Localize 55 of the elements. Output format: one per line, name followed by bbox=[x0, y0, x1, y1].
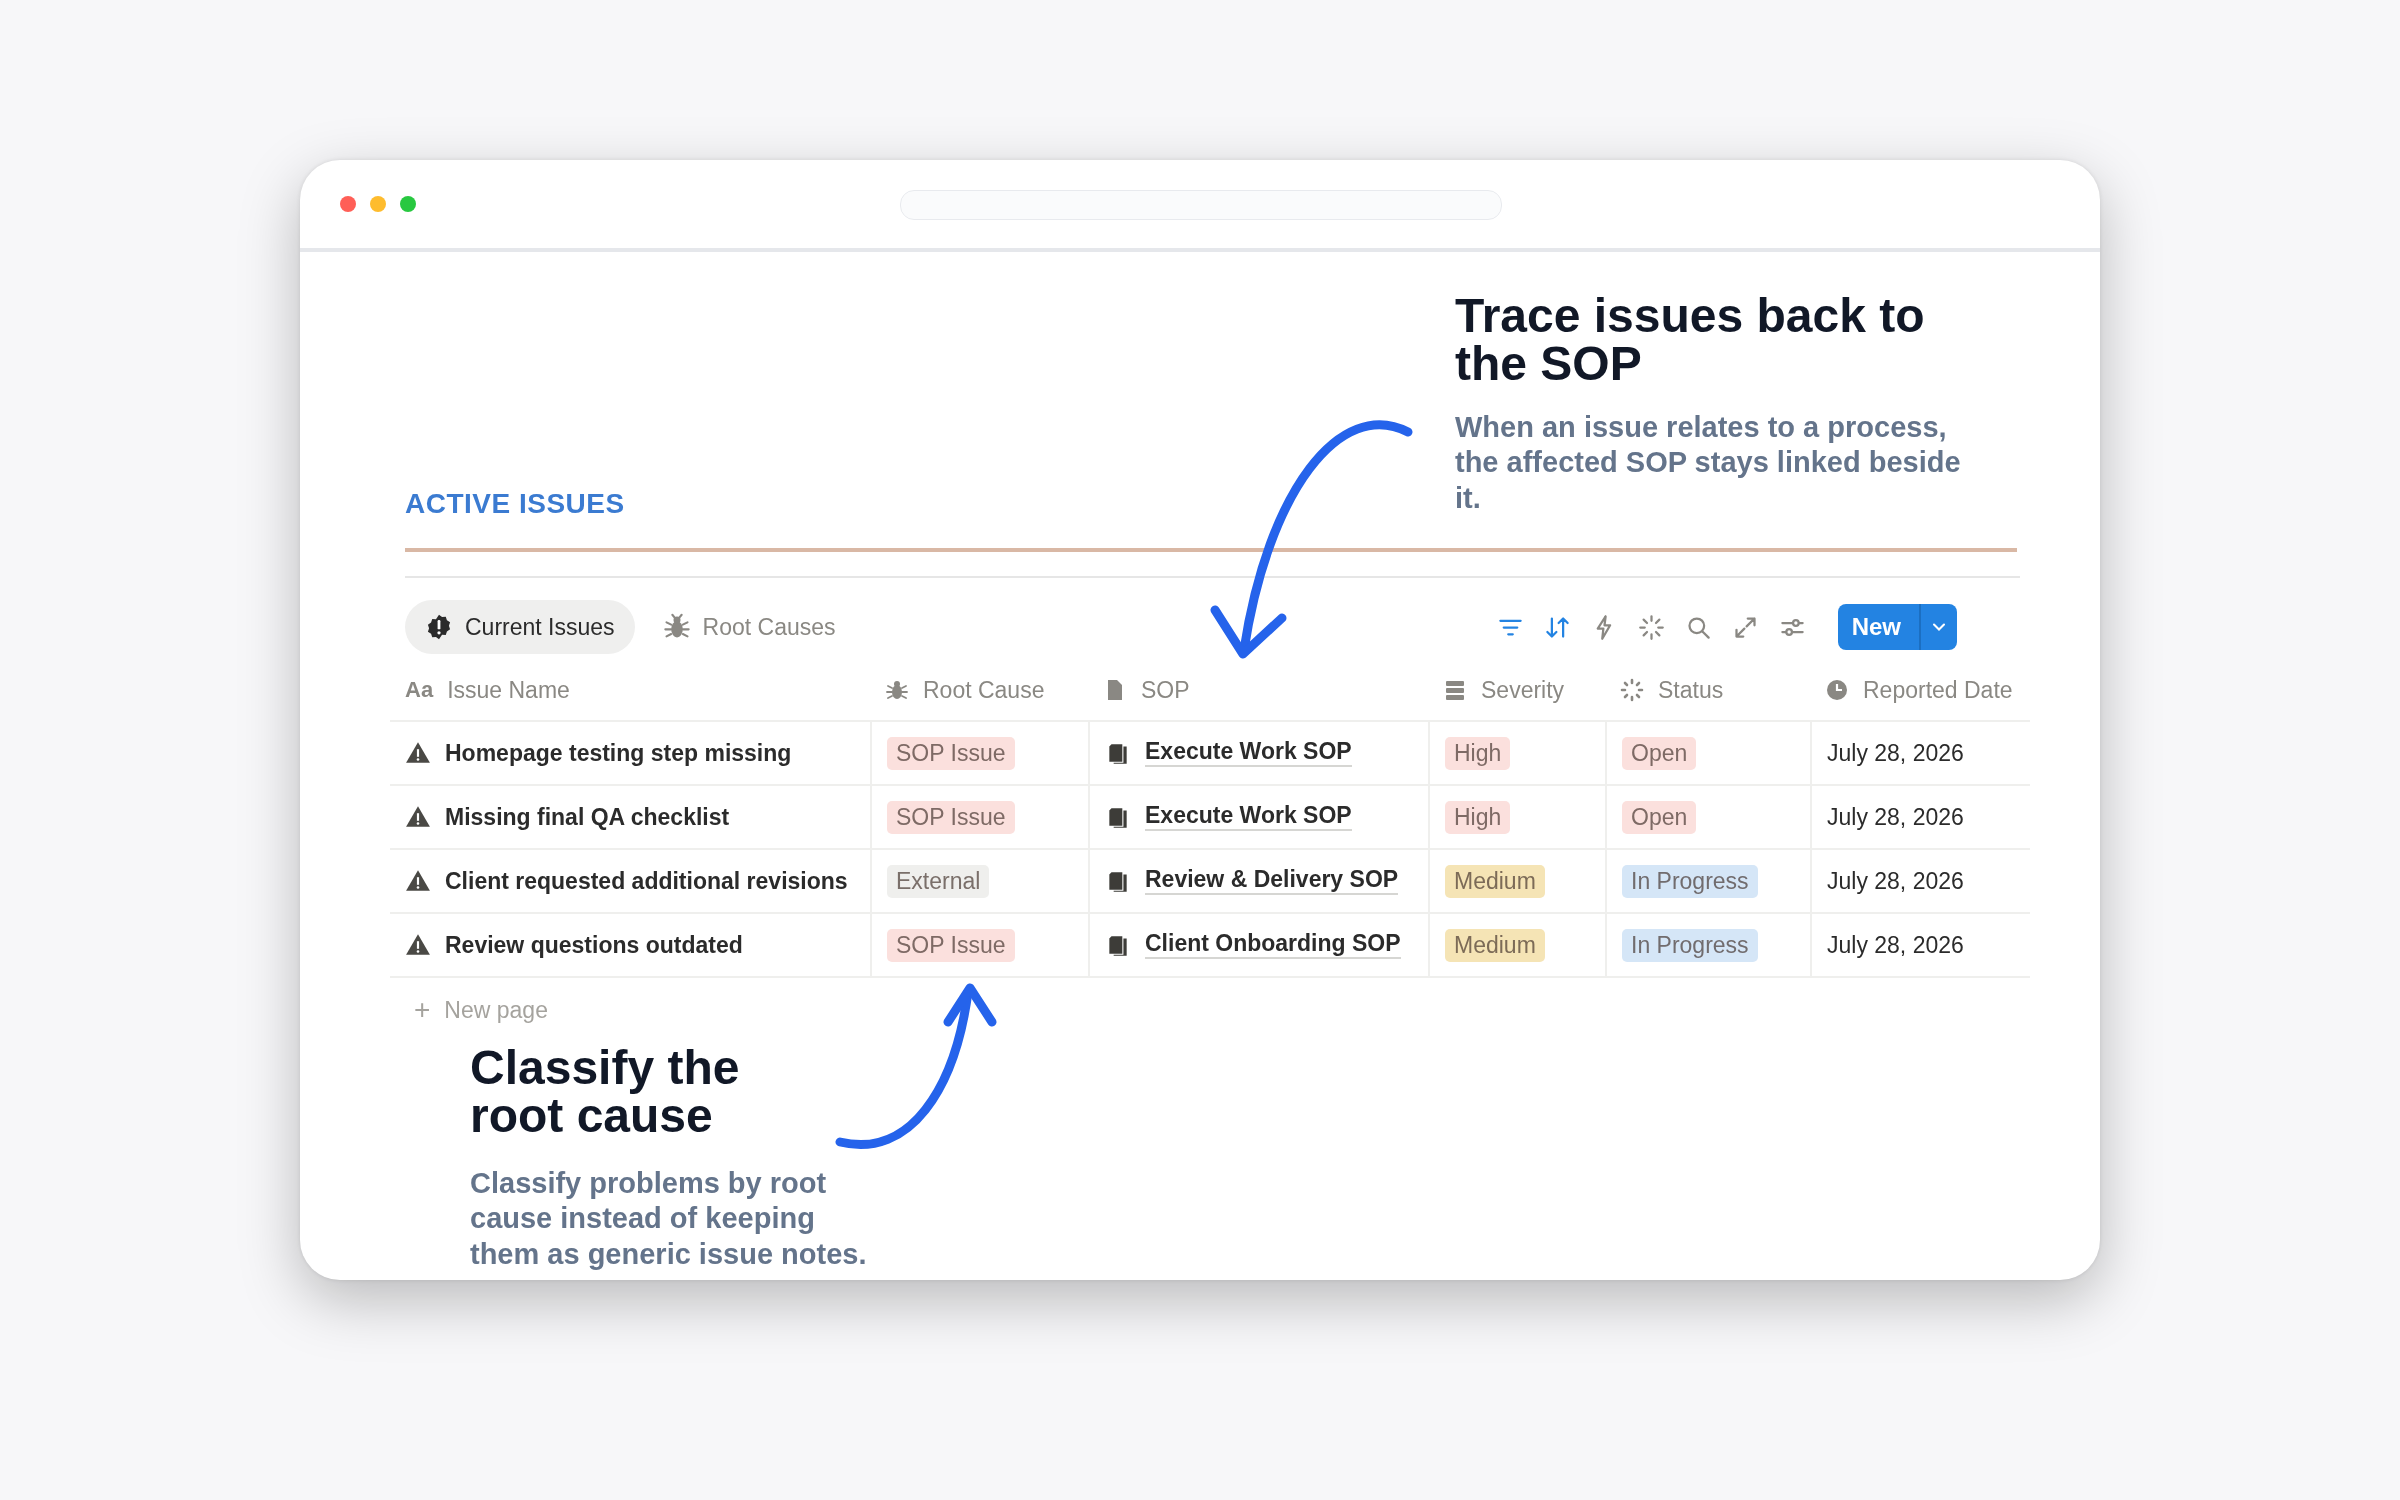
new-page-link[interactable]: New page bbox=[444, 996, 548, 1024]
column-header[interactable]: Root Cause bbox=[870, 660, 1088, 720]
window-control-dot[interactable] bbox=[340, 196, 356, 212]
reported-date: July 28, 2026 bbox=[1827, 739, 1964, 767]
text-type-icon: Aa bbox=[405, 677, 434, 703]
sop-link[interactable]: Execute Work SOP bbox=[1145, 739, 1352, 767]
alert-badge-icon bbox=[425, 613, 453, 641]
column-header[interactable]: Status bbox=[1605, 660, 1810, 720]
issue-name[interactable]: Client requested additional revisions bbox=[445, 867, 848, 895]
root-cause-tag: SOP Issue bbox=[887, 736, 1015, 770]
column-header[interactable]: Aa Issue Name bbox=[390, 660, 870, 720]
bug-icon bbox=[885, 678, 909, 702]
sop-link[interactable]: Execute Work SOP bbox=[1145, 803, 1352, 831]
status-tag: In Progress bbox=[1622, 864, 1758, 898]
callout-text: When an issue relates to a process, the affected SOP stays linked beside it. bbox=[1455, 410, 1962, 516]
column-header[interactable]: SOP bbox=[1088, 660, 1428, 720]
issue-name[interactable]: Review questions outdated bbox=[445, 931, 743, 959]
reported-date: July 28, 2026 bbox=[1827, 803, 1964, 831]
window-control-dot[interactable] bbox=[370, 196, 386, 212]
callout-heading: Trace issues back to the SOP bbox=[1455, 292, 1926, 388]
column-header[interactable]: Severity bbox=[1428, 660, 1605, 720]
clock-icon bbox=[1825, 678, 1849, 702]
section-title: ACTIVE ISSUES bbox=[405, 488, 625, 520]
new-dropdown-button[interactable] bbox=[1921, 604, 1957, 650]
warning-icon bbox=[405, 740, 431, 766]
view-tab[interactable]: Root Causes bbox=[642, 600, 856, 654]
severity-tag: Medium bbox=[1445, 928, 1545, 962]
severity-tag: Medium bbox=[1445, 864, 1545, 898]
status-tag: Open bbox=[1622, 736, 1697, 770]
root-cause-tag: External bbox=[887, 864, 990, 898]
view-tab[interactable]: Current Issues bbox=[405, 600, 635, 654]
column-header[interactable]: Reported Date bbox=[1810, 660, 2030, 720]
sop-link[interactable]: Client Onboarding SOP bbox=[1145, 931, 1401, 959]
list-icon bbox=[1443, 678, 1467, 702]
sop-link[interactable]: Review & Delivery SOP bbox=[1145, 867, 1399, 895]
sparkle-icon[interactable] bbox=[1637, 613, 1665, 641]
severity-tag: High bbox=[1445, 736, 1511, 770]
root-cause-tag: SOP Issue bbox=[887, 800, 1015, 834]
root-cause-tag: SOP Issue bbox=[887, 928, 1015, 962]
status-icon bbox=[1620, 678, 1644, 702]
severity-tag: High bbox=[1445, 800, 1511, 834]
status-tag: In Progress bbox=[1622, 928, 1758, 962]
reported-date: July 28, 2026 bbox=[1827, 867, 1964, 895]
reported-date: July 28, 2026 bbox=[1827, 931, 1964, 959]
plus-icon[interactable]: + bbox=[414, 994, 431, 1026]
callout-text: Classify problems by root cause instead of keeping them as generic issue notes. bbox=[470, 1166, 868, 1272]
issue-name[interactable]: Missing final QA checklist bbox=[445, 803, 730, 831]
warning-icon bbox=[405, 804, 431, 830]
status-tag: Open bbox=[1622, 800, 1697, 834]
warning-icon bbox=[405, 868, 431, 894]
warning-icon bbox=[405, 932, 431, 958]
callout-heading: Classify the root cause bbox=[470, 1044, 741, 1140]
new-button[interactable]: New bbox=[1837, 604, 1921, 650]
window-control-dot[interactable] bbox=[400, 196, 416, 212]
issue-name[interactable]: Homepage testing step missing bbox=[445, 739, 792, 767]
